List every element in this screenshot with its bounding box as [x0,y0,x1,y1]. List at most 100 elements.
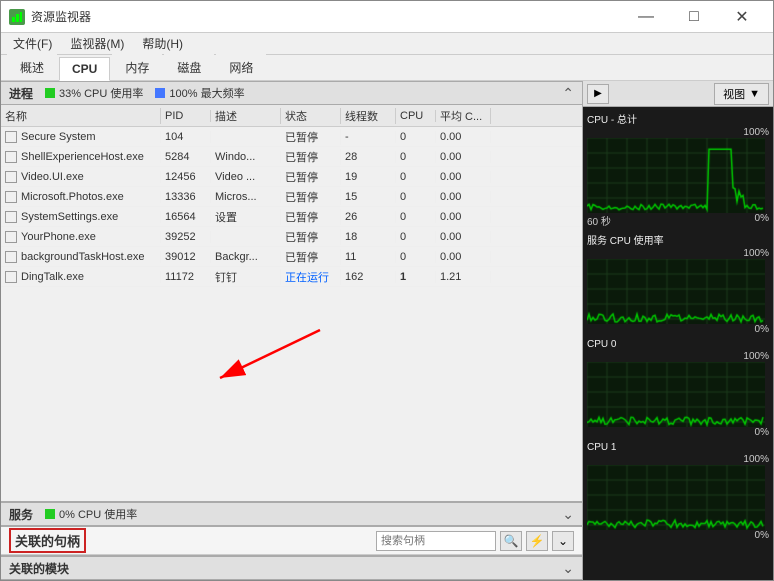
process-threads-cell: 15 [341,191,396,203]
process-threads-cell: 18 [341,231,396,243]
process-avgcpu-cell: 0.00 [436,131,491,143]
graph-container-0: CPU - 总计100%60 秒0% [587,111,769,228]
module-collapse-arrow[interactable]: ⌄ [562,560,574,577]
col-desc[interactable]: 描述 [211,108,281,124]
process-threads-cell: 19 [341,171,396,183]
process-name-cell: backgroundTaskHost.exe [1,251,161,263]
tab-network[interactable]: 网络 [216,54,266,80]
services-section: 服务 0% CPU 使用率 ⌄ [1,501,582,526]
process-checkbox[interactable] [5,271,17,283]
graph-container-1: 服务 CPU 使用率100%0% [587,232,769,335]
refresh-icon: ⚡ [530,534,545,548]
green-indicator [45,88,55,98]
col-avgcpu[interactable]: 平均 C... [436,108,491,124]
process-pid-cell: 39012 [161,251,211,263]
handle-collapse-button[interactable]: ⌄ [552,531,574,551]
process-desc-cell: Micros... [211,191,281,203]
process-pid-cell: 12456 [161,171,211,183]
col-cpu[interactable]: CPU [396,110,436,122]
process-cpu-cell: 0 [396,191,436,203]
freq-badge: 100% 最大频率 [155,85,244,101]
services-section-header[interactable]: 服务 0% CPU 使用率 ⌄ [1,502,582,526]
tab-memory[interactable]: 内存 [112,54,162,80]
process-checkbox[interactable] [5,251,17,263]
process-avgcpu-cell: 0.00 [436,211,491,223]
process-section-header[interactable]: 进程 33% CPU 使用率 100% 最大频率 ⌃ [1,81,582,105]
col-name[interactable]: 名称 [1,108,161,124]
col-threads[interactable]: 线程数 [341,108,396,124]
process-name-cell: ShellExperienceHost.exe [1,151,161,163]
process-desc-cell: Backgr... [211,251,281,263]
graph-label-2: CPU 0 [587,339,769,350]
process-name: SystemSettings.exe [21,211,118,223]
graph-wrapper-0: 100%60 秒0% [587,127,769,228]
process-name-cell: Video.UI.exe [1,171,161,183]
menu-monitor[interactable]: 监视器(M) [62,33,132,54]
table-row[interactable]: Microsoft.Photos.exe13336Micros...已暂停150… [1,187,582,207]
menu-bar: 文件(F) 监视器(M) 帮助(H) [1,33,773,55]
process-title: 进程 [9,85,33,102]
handle-search-input[interactable] [376,531,496,551]
app-icon [9,9,25,25]
module-section-header[interactable]: 关联的模块 ⌄ [1,556,582,580]
table-row[interactable]: backgroundTaskHost.exe 39012Backgr...已暂停1… [1,247,582,267]
graph-wrapper-3: 100%0% [587,454,769,541]
table-row[interactable]: YourPhone.exe39252已暂停1800.00 [1,227,582,247]
process-checkbox[interactable] [5,211,17,223]
blue-indicator [155,88,165,98]
process-desc-cell: 钉钉 [211,269,281,285]
process-status-cell: 已暂停 [281,129,341,145]
services-cpu-badge: 0% CPU 使用率 [45,506,137,522]
module-title: 关联的模块 [9,560,69,577]
process-threads-cell: 11 [341,251,396,263]
view-button[interactable]: 视图 ▼ [714,83,769,105]
graph-canvas-3 [587,465,765,530]
process-checkbox[interactable] [5,151,17,163]
table-row[interactable]: SystemSettings.exe16564设置已暂停2600.00 [1,207,582,227]
search-icon: 🔍 [504,534,519,548]
process-checkbox[interactable] [5,171,17,183]
main-window: 资源监视器 — □ ✕ 文件(F) 监视器(M) 帮助(H) 概述 CPU 内存… [0,0,774,581]
process-status-cell: 已暂停 [281,209,341,225]
tab-disk[interactable]: 磁盘 [164,54,214,80]
services-cpu-text: 0% CPU 使用率 [59,506,137,522]
col-pid[interactable]: PID [161,110,211,122]
table-row[interactable]: DingTalk.exe11172钉钉正在运行16211.21 [1,267,582,287]
process-cpu-cell: 0 [396,251,436,263]
graph-canvas-1 [587,259,765,324]
maximize-button[interactable]: □ [671,3,717,31]
handle-refresh-button[interactable]: ⚡ [526,531,548,551]
menu-file[interactable]: 文件(F) [5,33,60,54]
process-name: backgroundTaskHost.exe [21,251,145,263]
process-checkbox[interactable] [5,191,17,203]
table-row[interactable]: Secure System104已暂停-00.00 [1,127,582,147]
cpu-usage-text: 33% CPU 使用率 [59,85,143,101]
process-desc-cell: Video ... [211,171,281,183]
minimize-button[interactable]: — [623,3,669,31]
process-collapse-arrow[interactable]: ⌃ [562,85,574,102]
process-cpu-cell: 0 [396,131,436,143]
graph-label-0: CPU - 总计 [587,111,769,126]
handle-search-button[interactable]: 🔍 [500,531,522,551]
process-checkbox[interactable] [5,231,17,243]
close-button[interactable]: ✕ [719,3,765,31]
col-status[interactable]: 状态 [281,108,341,124]
process-status-cell: 正在运行 [281,269,341,285]
process-threads-cell: 162 [341,271,396,283]
table-row[interactable]: ShellExperienceHost.exe5284Windo...已暂停28… [1,147,582,167]
title-bar: 资源监视器 — □ ✕ [1,1,773,33]
tab-overview[interactable]: 概述 [7,54,57,80]
process-status-cell: 已暂停 [281,149,341,165]
services-collapse-arrow[interactable]: ⌄ [562,506,574,523]
table-row[interactable]: Video.UI.exe12456Video ...已暂停1900.00 [1,167,582,187]
process-name-cell: DingTalk.exe [1,271,161,283]
panel-expand-button[interactable]: ▶ [587,84,609,104]
menu-help[interactable]: 帮助(H) [134,33,191,54]
process-status-cell: 已暂停 [281,249,341,265]
process-avgcpu-cell: 0.00 [436,231,491,243]
freq-text: 100% 最大频率 [169,85,244,101]
tab-cpu[interactable]: CPU [59,57,110,81]
right-panel: ▶ 视图 ▼ CPU - 总计100%60 秒0%服务 CPU 使用率100%0… [583,81,773,580]
handle-title: 关联的句柄 [9,528,86,553]
process-checkbox[interactable] [5,131,17,143]
